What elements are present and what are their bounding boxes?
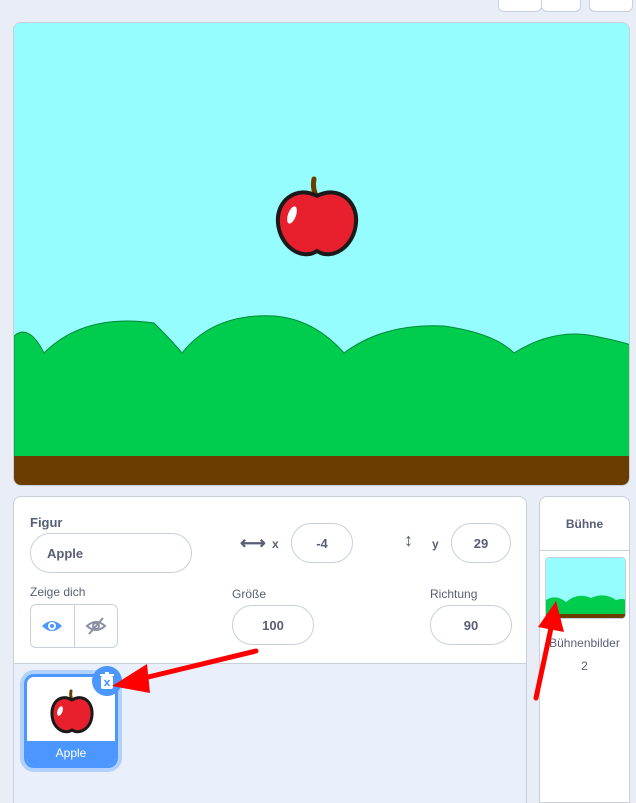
stage-scene: [14, 23, 629, 485]
y-position-field[interactable]: 29: [451, 523, 511, 563]
stage-panel-title: Bühne: [540, 497, 629, 551]
sprite-list: Apple: [13, 664, 527, 803]
direction-label: Richtung: [430, 587, 478, 601]
direction-field[interactable]: 90: [430, 605, 512, 645]
sprite-name-field[interactable]: Apple: [30, 533, 192, 573]
hide-sprite-button[interactable]: [75, 605, 118, 647]
vertical-arrows-icon: ↕: [404, 530, 413, 550]
trash-icon: [100, 672, 114, 689]
show-sprite-button[interactable]: [31, 605, 75, 647]
ground: [14, 456, 629, 485]
small-stage-button[interactable]: [498, 0, 542, 12]
sprite-info-panel: Figur Apple ⟷ x -4 ↕ y 29 Zeige dich Grö…: [13, 496, 527, 664]
fullscreen-button[interactable]: [589, 0, 633, 12]
x-label: x: [272, 537, 279, 551]
scratch-editor: Figur Apple ⟷ x -4 ↕ y 29 Zeige dich Grö…: [0, 0, 636, 803]
delete-sprite-button[interactable]: [92, 666, 122, 696]
backdrops-count: 2: [581, 659, 588, 673]
horizontal-arrows-icon: ⟷: [240, 533, 266, 553]
backdrops-label: Bühnenbilder: [549, 636, 620, 650]
sprite-label: Figur: [30, 515, 63, 530]
sprite-tile-name: Apple: [27, 741, 115, 765]
size-label: Größe: [232, 587, 267, 601]
show-label: Zeige dich: [30, 585, 86, 599]
eye-icon: [42, 621, 63, 631]
x-position-field[interactable]: -4: [291, 523, 353, 563]
size-field[interactable]: 100: [232, 605, 314, 645]
stage-selector[interactable]: Bühne Bühnenbilder 2: [539, 496, 630, 803]
stage-canvas[interactable]: [13, 22, 630, 486]
large-stage-button[interactable]: [541, 0, 581, 12]
visibility-toggle-group: [30, 604, 118, 648]
stage-thumbnail[interactable]: [545, 557, 626, 619]
eye-slash-icon: [85, 617, 107, 635]
y-label: y: [432, 537, 439, 551]
stage-thumbnail-image: [546, 558, 625, 618]
